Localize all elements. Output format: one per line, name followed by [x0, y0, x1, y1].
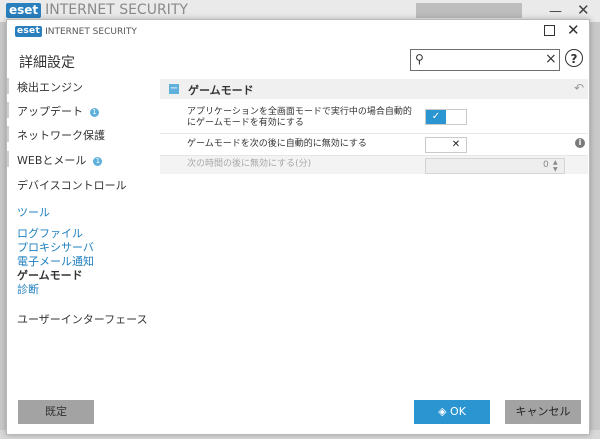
check-icon: ✓	[426, 110, 446, 124]
search-input[interactable]: ⚲ ×	[410, 49, 560, 71]
clear-search-icon[interactable]: ×	[545, 51, 557, 67]
sidebar-subitem-diagnostics[interactable]: 診断	[17, 281, 39, 297]
dialog-logo: eset INTERNET SECURITY	[15, 26, 137, 37]
setting-row-disable-after: 次の時間の後に無効にする(分) 0 ▲ ▼	[160, 156, 588, 174]
sidebar-item-user-interface[interactable]: ユーザーインターフェース	[7, 308, 157, 328]
sidebar-item-web-and-email[interactable]: WEBとメール 1	[7, 149, 157, 169]
background-product-title: INTERNET SECURITY	[45, 2, 188, 18]
dialog-product-title: INTERNET SECURITY	[45, 26, 137, 37]
ok-button[interactable]: ◈ OK	[414, 400, 490, 424]
section-header-gamer-mode[interactable]: − ゲームモード ↶	[160, 79, 588, 99]
info-icon[interactable]: i	[575, 138, 585, 148]
notification-badge: 1	[93, 157, 103, 166]
advanced-setup-dialog: eset INTERNET SECURITY ✕ 詳細設定 ⚲ × ? 検出エン…	[6, 19, 590, 435]
stepper-arrows-icon[interactable]: ▲ ▼	[553, 159, 558, 173]
sidebar-item-label: ユーザーインターフェース	[17, 313, 148, 326]
background-logo-box: eset	[6, 2, 42, 18]
minutes-stepper[interactable]: 0 ▲ ▼	[425, 158, 565, 174]
sidebar-item-text: WEBとメール	[17, 154, 87, 167]
sidebar-item-network-protection[interactable]: ネットワーク保護	[7, 124, 157, 144]
setting-label: ゲームモードを次の後に自動的に無効にする	[187, 139, 367, 149]
minutes-value: 0	[543, 160, 549, 170]
sidebar-item-text: アップデート	[17, 105, 83, 118]
setting-label: アプリケーションを全画面モードで実行中の場合自動的にゲームモードを有効にする	[187, 107, 412, 128]
background-search-field	[416, 3, 522, 18]
sidebar-item-tools[interactable]: ツール	[17, 204, 50, 220]
auto-disable-toggle[interactable]: ✕	[425, 137, 467, 153]
ok-label: OK	[450, 405, 466, 418]
sidebar-item-update[interactable]: アップデート 1	[7, 100, 157, 120]
sidebar-item-label: アップデート 1	[17, 103, 99, 119]
auto-enable-toggle[interactable]: ✓	[425, 109, 467, 125]
sidebar-item-label: WEBとメール 1	[17, 152, 103, 168]
page-title: 詳細設定	[19, 55, 75, 71]
cancel-button[interactable]: キャンセル	[505, 400, 581, 424]
maximize-button[interactable]	[544, 25, 555, 36]
default-button[interactable]: 既定	[18, 400, 94, 424]
setting-row-auto-disable: ゲームモードを次の後に自動的に無効にする ✕ i	[160, 135, 588, 156]
setting-label: 次の時間の後に無効にする(分)	[187, 159, 312, 169]
setting-row-auto-enable: アプリケーションを全画面モードで実行中の場合自動的にゲームモードを有効にする ✓	[160, 103, 588, 134]
sidebar-item-detection-engine[interactable]: 検出エンジン	[7, 76, 157, 96]
background-logo: eset INTERNET SECURITY	[6, 2, 188, 18]
sidebar-item-marker	[7, 151, 9, 167]
section-title: ゲームモード	[188, 84, 254, 97]
notification-badge: 1	[90, 108, 99, 117]
dialog-titlebar: eset INTERNET SECURITY ✕	[7, 20, 589, 44]
shield-icon: ◈	[438, 405, 451, 418]
help-button[interactable]: ?	[565, 49, 583, 67]
cross-icon: ✕	[446, 138, 466, 152]
sidebar-item-label: 検出エンジン	[17, 81, 83, 94]
background-minimize-icon[interactable]: —	[549, 4, 562, 19]
search-icon: ⚲	[415, 52, 424, 66]
background-close-icon[interactable]: ✕	[577, 1, 590, 19]
sidebar-item-label: ネットワーク保護	[17, 129, 105, 142]
sidebar-item-label: デバイスコントロール	[17, 179, 127, 192]
sidebar-item-marker	[7, 126, 9, 142]
close-button[interactable]: ✕	[567, 21, 580, 39]
sidebar-item-marker	[7, 102, 9, 118]
collapse-icon[interactable]: −	[169, 84, 179, 94]
sidebar-item-marker	[7, 78, 9, 94]
sidebar-item-device-control[interactable]: デバイスコントロール	[7, 174, 157, 194]
dialog-logo-box: eset	[15, 26, 43, 37]
revert-icon[interactable]: ↶	[574, 81, 584, 95]
